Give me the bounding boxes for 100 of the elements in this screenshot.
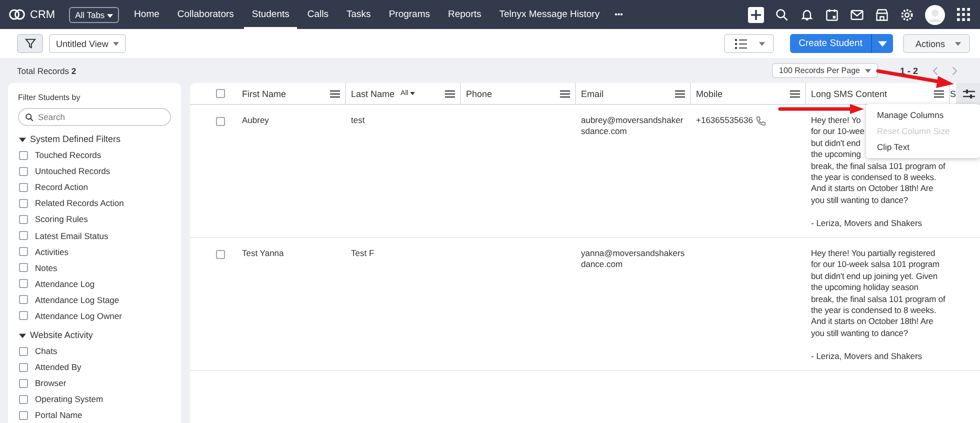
add-icon[interactable]: [748, 6, 764, 22]
column-header[interactable]: Mobile: [696, 88, 723, 98]
filter-checkbox[interactable]: [19, 410, 28, 420]
filter-option: Operating System: [35, 394, 104, 404]
nav-tab[interactable]: Calls: [299, 0, 337, 29]
caret-icon: [758, 42, 765, 46]
caret-icon: [410, 92, 416, 95]
caret-icon: [19, 136, 26, 142]
filter-option: Record Action: [35, 182, 88, 192]
next-page-icon[interactable]: [952, 66, 958, 76]
column-header[interactable]: Email: [581, 88, 604, 98]
table-cell: Hey there! You partially registered for our 10-week salsa 101 program but didn't end up joining yet. Given the upcoming holiday season break, the final salsa 101 program of the year is condensed to 8 weeks. And it starts on October 18th! Are you still wanting to dance?: [811, 248, 946, 340]
filter-option: Attendance Log Stage: [35, 294, 120, 305]
filter-icon: [24, 38, 36, 49]
table-cell: Test F: [351, 248, 374, 258]
total-records: Total Records 2: [17, 66, 76, 76]
filter-option: Portal Name: [35, 410, 82, 420]
nav-tab[interactable]: Telnyx Message History: [491, 0, 608, 29]
filter-checkbox[interactable]: [19, 263, 28, 272]
filter-checkbox[interactable]: [19, 166, 28, 176]
caret-icon[interactable]: [878, 40, 888, 46]
filter-checkbox[interactable]: [19, 247, 28, 256]
mail-icon[interactable]: [850, 8, 864, 22]
avatar-icon[interactable]: [925, 4, 945, 24]
filter-checkbox[interactable]: [19, 311, 28, 320]
table-cell: yanna@moversandshakersdance.com: [581, 248, 686, 270]
filter-option: Chats: [35, 346, 58, 356]
filter-checkbox[interactable]: [19, 279, 28, 288]
nav-tab[interactable]: Tasks: [338, 0, 379, 29]
column-menu-icon[interactable]: [675, 90, 685, 98]
filter-group-header[interactable]: Website Activity: [18, 327, 171, 344]
caret-icon: [864, 68, 871, 72]
filter-option: Scoring Rules: [35, 214, 88, 224]
phone-icon[interactable]: [756, 116, 766, 126]
column-menu-icon[interactable]: [445, 90, 455, 98]
column-menu-icon[interactable]: [934, 90, 944, 98]
column-header[interactable]: First Name: [242, 88, 286, 98]
filter-option: Browser: [35, 378, 66, 388]
view-dropdown[interactable]: Untitled View: [49, 34, 126, 53]
filter-checkbox[interactable]: [19, 182, 28, 192]
table-cell-text: aubrey@moversandshakersdance.com: [581, 115, 684, 137]
column-menu-icon[interactable]: [560, 90, 570, 98]
per-page-dropdown[interactable]: 100 Records Per Page: [772, 63, 878, 78]
filter-group-header[interactable]: System Defined Filters: [18, 131, 171, 147]
search-icon: [25, 112, 34, 122]
filter-checkbox[interactable]: [19, 295, 28, 304]
more-tabs-button[interactable]: •••: [608, 10, 629, 19]
filter-search-field[interactable]: Search: [18, 108, 171, 126]
column-menu-icon[interactable]: [790, 90, 800, 98]
filter-checkbox[interactable]: [19, 198, 28, 208]
filter-checkbox[interactable]: [19, 362, 28, 372]
filter-option: Attendance Log Owner: [35, 310, 122, 321]
filter-option: Related Records Action: [35, 198, 124, 208]
column-header[interactable]: Phone: [466, 88, 492, 98]
filter-option: Latest Email Status: [35, 230, 108, 241]
filter-toggle-button[interactable]: [17, 34, 43, 53]
calendar-icon[interactable]: [825, 8, 839, 22]
app-name: CRM: [30, 8, 56, 20]
table-cell: - Leriza, Movers and Shakers: [811, 218, 922, 230]
nav-tab[interactable]: Home: [126, 0, 168, 29]
filter-option: Touched Records: [35, 150, 102, 160]
all-tabs-button[interactable]: All Tabs: [69, 6, 120, 22]
create-student-button[interactable]: Create Student: [790, 34, 894, 53]
list-view-button[interactable]: [724, 34, 774, 53]
caret-icon: [107, 14, 114, 18]
column-header[interactable]: S: [950, 88, 956, 98]
column-menu-icon[interactable]: [330, 90, 340, 98]
nav-tab[interactable]: Collaborators: [169, 0, 242, 29]
filter-option: Attended By: [35, 362, 82, 372]
filter-option: Untouched Records: [35, 166, 110, 176]
nav-tab[interactable]: Reports: [440, 0, 490, 29]
filter-checkbox[interactable]: [19, 378, 28, 388]
previous-page-icon[interactable]: [932, 66, 938, 76]
table-cell: break, the final salsa 101 program of the year is condensed to 8 weeks. And it starts on October 18th! Are you still wanting to dance?: [811, 160, 946, 206]
select-all-checkbox[interactable]: [216, 89, 225, 98]
filter-option: Activities: [35, 246, 69, 257]
store-icon[interactable]: [875, 8, 889, 22]
menu-item[interactable]: Clip Text: [866, 139, 980, 155]
apps-grid-icon[interactable]: [957, 8, 970, 21]
filter-option: Notes: [35, 262, 58, 273]
table-cell: Aubrey: [242, 115, 269, 125]
nav-tab[interactable]: Programs: [380, 0, 438, 29]
column-settings-icon[interactable]: [962, 88, 974, 98]
search-icon[interactable]: [775, 8, 789, 22]
menu-item[interactable]: Manage Columns: [866, 107, 980, 123]
filter-checkbox[interactable]: [19, 231, 28, 240]
filter-checkbox[interactable]: [19, 346, 28, 356]
bell-icon[interactable]: [800, 8, 814, 22]
filter-checkbox[interactable]: [19, 214, 28, 224]
caret-icon: [955, 42, 961, 46]
filter-checkbox[interactable]: [19, 394, 28, 404]
column-header[interactable]: Last Name: [351, 88, 395, 98]
row-checkbox[interactable]: [216, 250, 225, 260]
table-cell: Test Yanna: [242, 248, 284, 258]
row-checkbox[interactable]: [216, 117, 225, 126]
settings-icon[interactable]: [900, 8, 914, 22]
filter-checkbox[interactable]: [19, 150, 28, 160]
column-header[interactable]: Long SMS Content: [811, 88, 888, 98]
actions-dropdown[interactable]: Actions: [903, 34, 970, 53]
filter-option: Attendance Log: [35, 278, 95, 289]
